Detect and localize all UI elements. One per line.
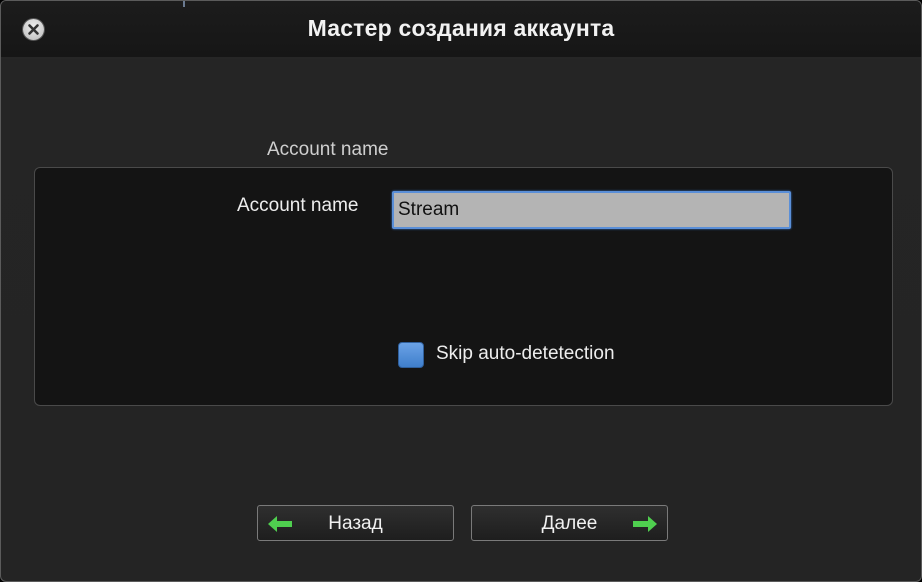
account-name-input[interactable] (392, 191, 791, 229)
account-name-label: Account name (237, 195, 359, 216)
skip-auto-detection-checkbox[interactable] (398, 342, 424, 368)
arrow-right-icon (633, 516, 657, 532)
title-bar: Мастер создания аккаунта (1, 1, 921, 57)
next-button[interactable]: Далее (471, 505, 668, 541)
back-button[interactable]: Назад (257, 505, 454, 541)
wizard-window: Мастер создания аккаунта Account name Ac… (0, 0, 922, 582)
window-title: Мастер создания аккаунта (307, 15, 615, 41)
top-divider (183, 1, 185, 7)
group-title: Account name (267, 139, 389, 160)
back-button-label: Назад (328, 513, 383, 534)
skip-auto-detection-label: Skip auto-detetection (436, 343, 615, 364)
